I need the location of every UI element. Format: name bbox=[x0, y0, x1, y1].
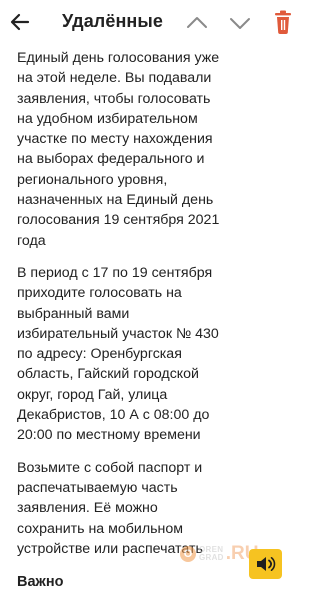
text-line: выбранный вами bbox=[17, 305, 130, 322]
text-line: Возьмите с собой паспорт и bbox=[17, 459, 203, 476]
text-line: года bbox=[17, 232, 46, 249]
top-app-bar: Удалённые bbox=[0, 0, 299, 44]
text-line: округ, город Гай, улица bbox=[17, 386, 168, 403]
text-line: заявления. Её можно bbox=[17, 500, 158, 517]
text-line: участке по месту нахождения bbox=[17, 131, 213, 148]
text-line: на удобном избирательном bbox=[17, 110, 198, 127]
watermark-wordmark: OREN GRAD bbox=[199, 546, 224, 562]
arrow-left-icon[interactable] bbox=[8, 10, 32, 34]
text-line: регионального уровня, bbox=[17, 171, 168, 188]
text-line: голосования 19 сентября 2021 bbox=[17, 212, 220, 229]
important-heading: Важно bbox=[17, 574, 64, 590]
text-line: на этой неделе. Вы подавали bbox=[17, 70, 212, 87]
text-line: назначенных на Единый день bbox=[17, 192, 214, 209]
text-line: В период с 17 по 19 сентября bbox=[17, 264, 213, 281]
text-line: распечатываемую часть bbox=[17, 479, 178, 496]
text-line: Декабристов, 10 А с 08:00 до bbox=[17, 407, 210, 424]
speaker-icon bbox=[257, 557, 276, 571]
text-line: область, Гайский городской bbox=[17, 366, 199, 383]
trash-icon[interactable] bbox=[272, 9, 294, 35]
text-line: приходите голосовать на bbox=[17, 285, 182, 302]
text-line: на выборах федерального и bbox=[17, 151, 205, 168]
message-paragraph: Единый день голосования уже на этой неде… bbox=[17, 48, 295, 251]
watermark-letter: О bbox=[180, 546, 196, 562]
chevron-up-icon[interactable] bbox=[184, 10, 210, 36]
page-title: Удалённые bbox=[62, 11, 163, 31]
speaker-button[interactable] bbox=[249, 549, 282, 579]
text-line: заявления, чтобы голосовать bbox=[17, 90, 211, 107]
text-line: сохранить на мобильном bbox=[17, 520, 183, 537]
message-body: Единый день голосования уже на этой неде… bbox=[17, 48, 295, 571]
text-line: Единый день голосования уже bbox=[17, 50, 220, 66]
message-paragraph: В период с 17 по 19 сентября приходите г… bbox=[17, 263, 295, 446]
text-line: 20:00 по местному времени bbox=[17, 427, 201, 444]
text-line: избирательный участок № 430 bbox=[17, 325, 219, 342]
chevron-down-icon[interactable] bbox=[227, 10, 253, 36]
text-line: по адресу: Оренбургская bbox=[17, 346, 182, 363]
watermark-line: GRAD bbox=[199, 553, 224, 562]
watermark-logo: О OREN GRAD .RU bbox=[180, 543, 259, 565]
